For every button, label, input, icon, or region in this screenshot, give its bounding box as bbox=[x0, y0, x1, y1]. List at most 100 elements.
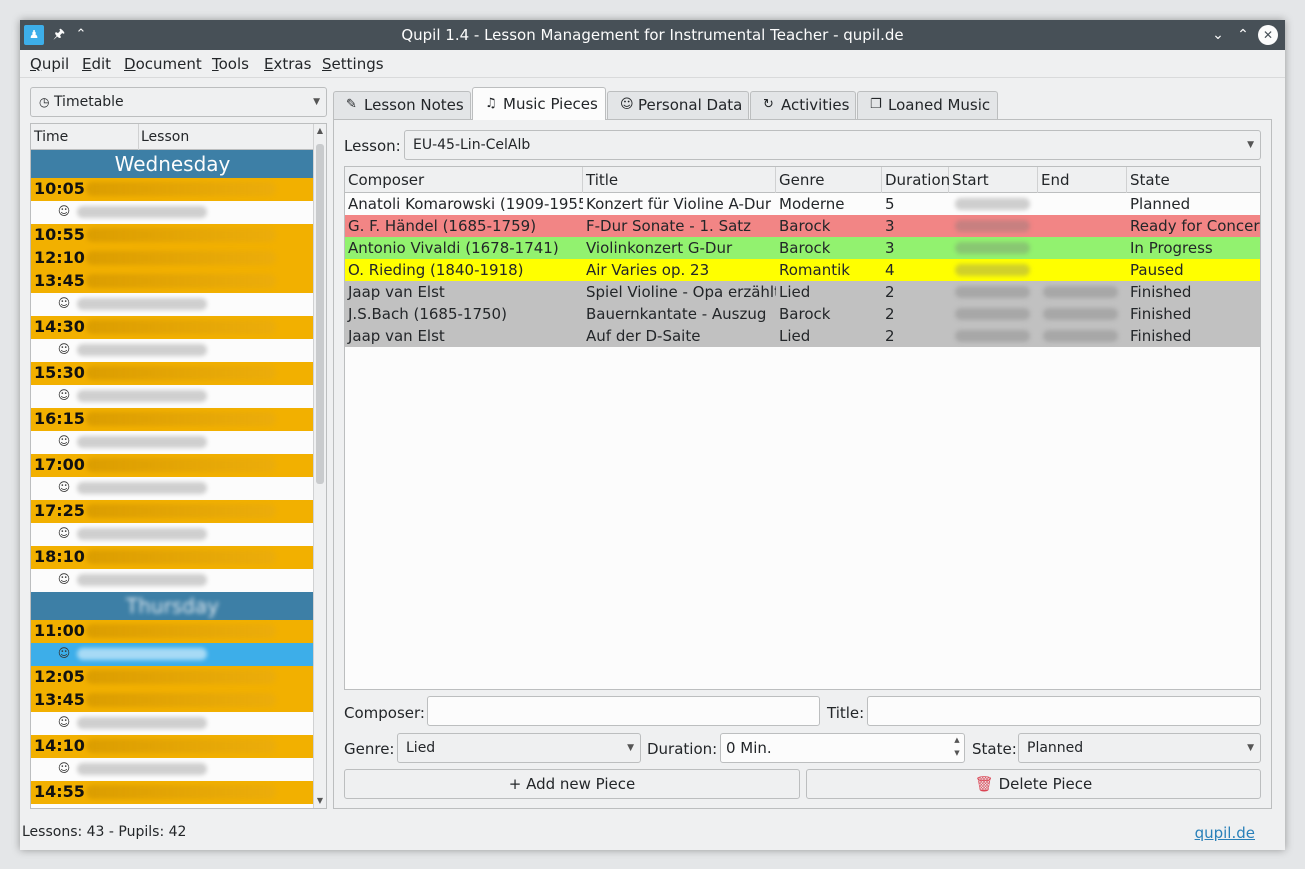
menu-qupil[interactable]: Qupil bbox=[30, 55, 69, 73]
menu-tools[interactable]: Tools bbox=[212, 55, 249, 73]
timetable-list[interactable]: Time Lesson Wednesday 10:05 ☺ 10:55 12:1… bbox=[30, 123, 327, 809]
table-row[interactable]: Antonio Vivaldi (1678-1741) Violinkonzert… bbox=[345, 237, 1260, 259]
pupil-row[interactable]: ☺ bbox=[31, 523, 314, 546]
duration-value: 0 Min. bbox=[726, 739, 772, 757]
table-row[interactable]: Jaap van Elst Spiel Violine - Opa erzählt… bbox=[345, 281, 1260, 303]
lesson-selector-value: EU-45-Lin-CelAlb bbox=[413, 137, 531, 153]
state-select[interactable]: Planned ▼ bbox=[1018, 733, 1261, 763]
cell-title: Konzert für Violine A-Dur bbox=[586, 195, 772, 213]
view-selector[interactable]: ◷ Timetable ▼ bbox=[30, 87, 327, 117]
music-pieces-table[interactable]: Composer Title Genre Duration Start End … bbox=[344, 166, 1261, 690]
maximize-icon[interactable]: ⌃ bbox=[1233, 25, 1253, 45]
header-lesson[interactable]: Lesson bbox=[141, 129, 189, 145]
tab-lesson-notes[interactable]: ✎ Lesson Notes bbox=[333, 91, 471, 119]
cell-duration: 2 bbox=[885, 327, 895, 345]
table-row[interactable]: Anatoli Komarowski (1909-1955) Konzert fü… bbox=[345, 193, 1260, 215]
pupil-row[interactable]: ☺ bbox=[31, 201, 314, 224]
chevron-down-icon: ▼ bbox=[1247, 140, 1254, 150]
minimize-icon[interactable]: ⌄ bbox=[1208, 25, 1228, 45]
cell-composer: O. Rieding (1840-1918) bbox=[348, 261, 524, 279]
lesson-row[interactable]: 12:10 bbox=[31, 247, 314, 270]
lesson-time: 15:30 bbox=[34, 363, 85, 382]
pupil-row-selected[interactable]: ☺ bbox=[31, 643, 314, 666]
cell-duration: 5 bbox=[885, 195, 895, 213]
music-pieces-panel: Lesson: EU-45-Lin-CelAlb ▼ Composer Titl… bbox=[333, 119, 1272, 809]
tab-music-pieces[interactable]: ♫ Music Pieces bbox=[472, 87, 606, 120]
column-composer[interactable]: Composer bbox=[345, 167, 583, 193]
scroll-up-icon[interactable]: ▲ bbox=[314, 126, 326, 135]
column-start[interactable]: Start bbox=[949, 167, 1038, 193]
column-state[interactable]: State bbox=[1127, 167, 1260, 193]
tab-personal-data[interactable]: ☺ Personal Data bbox=[607, 91, 749, 119]
duration-spinbox[interactable]: 0 Min. ▲ ▼ bbox=[720, 733, 965, 763]
column-genre[interactable]: Genre bbox=[776, 167, 882, 193]
pupil-row[interactable]: ☺ bbox=[31, 758, 314, 781]
pupil-row[interactable]: ☺ bbox=[31, 293, 314, 316]
tab-loaned-music[interactable]: ❐ Loaned Music bbox=[857, 91, 998, 119]
table-row[interactable]: J.S.Bach (1685-1750) Bauernkantate - Ausz… bbox=[345, 303, 1260, 325]
menu-settings[interactable]: Settings bbox=[322, 55, 384, 73]
lesson-row[interactable]: 11:00 bbox=[31, 620, 314, 643]
lesson-row[interactable]: 14:10 bbox=[31, 735, 314, 758]
lesson-time: 12:05 bbox=[34, 667, 85, 686]
column-duration[interactable]: Duration bbox=[882, 167, 950, 193]
refresh-icon: ↻ bbox=[763, 97, 774, 112]
table-row[interactable]: G. F. Händel (1685-1759) F-Dur Sonate - 1… bbox=[345, 215, 1260, 237]
pupil-row[interactable]: ☺ bbox=[31, 569, 314, 592]
delete-piece-button[interactable]: 🗑 Delete Piece bbox=[806, 769, 1261, 799]
lesson-row[interactable]: 12:05 bbox=[31, 666, 314, 689]
lesson-row[interactable]: 14:55 bbox=[31, 781, 314, 804]
lesson-row[interactable]: 15:30 bbox=[31, 362, 314, 385]
day-header-thursday: Thursday bbox=[31, 592, 314, 620]
column-end[interactable]: End bbox=[1038, 167, 1127, 193]
scroll-thumb[interactable] bbox=[316, 144, 324, 484]
composer-input[interactable] bbox=[427, 696, 820, 726]
genre-select-value: Lied bbox=[406, 740, 436, 756]
lesson-row[interactable]: 13:45 bbox=[31, 270, 314, 293]
menu-edit[interactable]: Edit bbox=[82, 55, 111, 73]
lesson-selector[interactable]: EU-45-Lin-CelAlb ▼ bbox=[404, 130, 1261, 160]
timetable-scrollbar[interactable]: ▲ ▼ bbox=[313, 124, 326, 808]
website-link[interactable]: qupil.de bbox=[1195, 824, 1255, 842]
lesson-row[interactable]: 14:30 bbox=[31, 316, 314, 339]
cell-state: Finished bbox=[1130, 305, 1192, 323]
lesson-row[interactable]: 10:05 bbox=[31, 178, 314, 201]
pupil-row[interactable]: ☺ bbox=[31, 477, 314, 500]
cell-genre: Lied bbox=[779, 327, 811, 345]
pupil-row[interactable]: ☺ bbox=[31, 339, 314, 362]
copy-icon: ❐ bbox=[870, 97, 882, 112]
tab-activities[interactable]: ↻ Activities bbox=[750, 91, 856, 119]
lesson-label: Lesson: bbox=[344, 137, 401, 155]
table-row[interactable]: Jaap van Elst Auf der D-Saite Lied 2 Finishe… bbox=[345, 325, 1260, 347]
window-title: Qupil 1.4 - Lesson Management for Instru… bbox=[401, 26, 904, 44]
lesson-row[interactable]: 17:00 bbox=[31, 454, 314, 477]
lesson-row[interactable]: 17:25 bbox=[31, 500, 314, 523]
lesson-row[interactable]: 13:45 bbox=[31, 689, 314, 712]
pupil-row[interactable]: ☺ bbox=[31, 431, 314, 454]
view-selector-value: Timetable bbox=[53, 94, 124, 110]
genre-label: Genre: bbox=[344, 740, 395, 758]
spin-arrows-icon[interactable]: ▲ ▼ bbox=[950, 734, 964, 762]
person-icon: ☺ bbox=[57, 342, 71, 356]
pupil-row[interactable]: ☺ bbox=[31, 712, 314, 735]
lesson-row[interactable]: 16:15 bbox=[31, 408, 314, 431]
genre-select[interactable]: Lied ▼ bbox=[397, 733, 641, 763]
plus-icon: + bbox=[508, 775, 522, 793]
menu-document[interactable]: Document bbox=[124, 55, 202, 73]
menu-extras[interactable]: Extras bbox=[264, 55, 311, 73]
table-row[interactable]: O. Rieding (1840-1918) Air Varies op. 23 R… bbox=[345, 259, 1260, 281]
cell-duration: 3 bbox=[885, 239, 895, 257]
header-time[interactable]: Time bbox=[34, 129, 68, 145]
pupil-row[interactable]: ☺ bbox=[31, 385, 314, 408]
lesson-row[interactable]: 10:55 bbox=[31, 224, 314, 247]
title-input[interactable] bbox=[867, 696, 1261, 726]
column-title[interactable]: Title bbox=[583, 167, 776, 193]
cell-composer: G. F. Händel (1685-1759) bbox=[348, 217, 537, 235]
cell-state: Planned bbox=[1130, 195, 1191, 213]
cell-composer: Anatoli Komarowski (1909-1955) bbox=[348, 195, 583, 213]
close-icon[interactable]: ✕ bbox=[1258, 25, 1278, 45]
add-piece-button[interactable]: + Add new Piece bbox=[344, 769, 800, 799]
composer-label: Composer: bbox=[344, 704, 425, 722]
scroll-down-icon[interactable]: ▼ bbox=[314, 796, 326, 805]
lesson-row[interactable]: 18:10 bbox=[31, 546, 314, 569]
